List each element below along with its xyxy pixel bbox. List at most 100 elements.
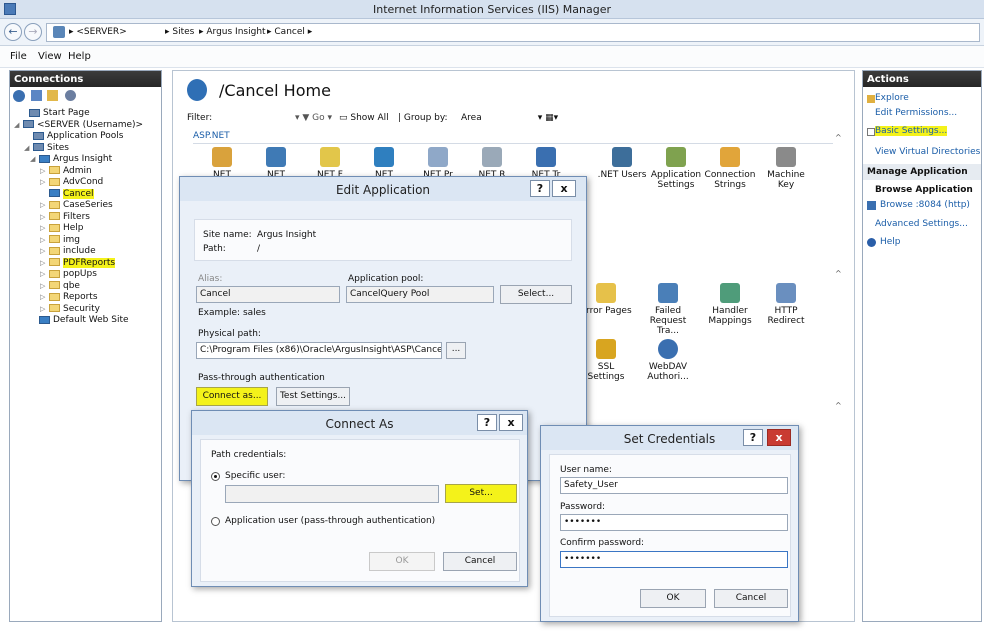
- tree-item[interactable]: Start Page: [20, 107, 90, 119]
- menu-help[interactable]: Help: [68, 51, 91, 62]
- expand-icon[interactable]: ▷: [40, 291, 47, 303]
- expand-icon[interactable]: ▷: [40, 257, 47, 269]
- action-view-virtual-dirs[interactable]: View Virtual Directories: [875, 147, 980, 157]
- help-button[interactable]: ?: [477, 414, 497, 431]
- connect-icon[interactable]: [13, 90, 25, 102]
- specific-user-radio[interactable]: [211, 472, 220, 481]
- ok-button[interactable]: OK: [369, 552, 435, 571]
- expand-icon[interactable]: ▷: [40, 199, 47, 211]
- save-icon[interactable]: [31, 90, 42, 101]
- feature-webdav[interactable]: WebDAV Authori...: [641, 339, 695, 382]
- tree-item[interactable]: ◢ Sites: [24, 142, 69, 154]
- browse-path-button[interactable]: ...: [446, 342, 466, 359]
- expand-icon[interactable]: ◢: [14, 119, 21, 131]
- confirm-password-field[interactable]: •••••••: [560, 551, 788, 568]
- tree-item[interactable]: ◢ Argus Insight: [30, 153, 112, 165]
- menu-file[interactable]: File: [10, 51, 27, 62]
- specific-user-field[interactable]: [225, 485, 439, 503]
- feature-machine-key[interactable]: Machine Key: [759, 147, 813, 190]
- help-button[interactable]: ?: [743, 429, 763, 446]
- tree-item[interactable]: ▷ Security: [40, 303, 100, 315]
- tree-item[interactable]: ▷ AdvCond: [40, 176, 103, 188]
- feature-conn-strings[interactable]: Connection Strings: [703, 147, 757, 190]
- go-button[interactable]: ▾ ▼ Go ▾: [295, 113, 332, 123]
- expand-icon[interactable]: ▷: [40, 280, 47, 292]
- app-pool-field[interactable]: CancelQuery Pool: [346, 286, 494, 303]
- forward-icon[interactable]: →: [24, 23, 42, 41]
- feature-ssl[interactable]: SSL Settings: [579, 339, 633, 382]
- expand-icon[interactable]: ▷: [40, 245, 47, 257]
- alias-field[interactable]: Cancel: [196, 286, 340, 303]
- expand-icon[interactable]: ◢: [24, 142, 31, 154]
- test-settings-button[interactable]: Test Settings...: [276, 387, 350, 406]
- feature-failed-request[interactable]: Failed Request Tra...: [641, 283, 695, 336]
- select-pool-button[interactable]: Select...: [500, 285, 572, 304]
- physical-path-field[interactable]: C:\Program Files (x86)\Oracle\ArgusInsig…: [196, 342, 442, 359]
- collapse-icon[interactable]: ^: [835, 401, 842, 410]
- expand-icon[interactable]: ◢: [30, 153, 37, 165]
- feature-http-redirect[interactable]: HTTP Redirect: [759, 283, 813, 326]
- help-button[interactable]: ?: [530, 180, 550, 197]
- feature-icon: [482, 147, 502, 167]
- collapse-icon[interactable]: ^: [835, 133, 842, 142]
- tree-item[interactable]: Default Web Site: [30, 314, 129, 326]
- collapse-icon[interactable]: ^: [835, 269, 842, 278]
- tree-item[interactable]: ▷ Admin: [40, 165, 92, 177]
- tree-item[interactable]: ▷ PDFReports: [40, 257, 116, 269]
- close-button[interactable]: x: [767, 429, 791, 446]
- breadcrumb-cancel[interactable]: ▸ Cancel ▸: [267, 27, 312, 37]
- user-name-field[interactable]: Safety_User: [560, 477, 788, 494]
- breadcrumb[interactable]: ▸ <SERVER> ▸ Sites ▸ Argus Insight ▸ Can…: [46, 23, 980, 42]
- disconnect-icon[interactable]: [65, 90, 76, 101]
- breadcrumb-argus[interactable]: ▸ Argus Insight: [199, 27, 266, 37]
- action-advanced-settings[interactable]: Advanced Settings...: [875, 219, 968, 229]
- action-basic-settings[interactable]: Basic Settings...: [875, 126, 948, 136]
- back-icon[interactable]: ←: [4, 23, 22, 41]
- expand-icon[interactable]: ▷: [40, 176, 47, 188]
- expand-icon[interactable]: ▷: [40, 165, 47, 177]
- action-help[interactable]: Help: [880, 237, 901, 247]
- set-button[interactable]: Set...: [445, 484, 517, 503]
- tree-item[interactable]: Cancel: [40, 188, 94, 200]
- password-field[interactable]: •••••••: [560, 514, 788, 531]
- breadcrumb-sites[interactable]: ▸ Sites: [165, 27, 194, 37]
- action-explore[interactable]: Explore: [875, 93, 909, 103]
- cancel-button[interactable]: Cancel: [443, 552, 517, 571]
- expand-icon[interactable]: ▷: [40, 222, 47, 234]
- app-user-radio[interactable]: [211, 517, 220, 526]
- feature-app-settings[interactable]: Application Settings: [649, 147, 703, 190]
- menu-view[interactable]: View: [38, 51, 62, 62]
- tree-item[interactable]: ▷ Reports: [40, 291, 98, 303]
- feature-handler-mappings[interactable]: Handler Mappings: [703, 283, 757, 326]
- tree-item[interactable]: ▷ popUps: [40, 268, 97, 280]
- action-edit-permissions[interactable]: Edit Permissions...: [875, 108, 957, 118]
- feature-icon: [266, 147, 286, 167]
- tree-item[interactable]: ▷ CaseSeries: [40, 199, 113, 211]
- action-browse-8084[interactable]: Browse :8084 (http): [880, 200, 970, 210]
- tree-item[interactable]: ▷ Help: [40, 222, 84, 234]
- up-icon[interactable]: [47, 90, 58, 101]
- close-button[interactable]: x: [499, 414, 523, 431]
- filter-input[interactable]: [223, 111, 293, 125]
- show-all-button[interactable]: ▭ Show All: [339, 113, 389, 123]
- expand-icon[interactable]: ▷: [40, 268, 47, 280]
- feature-error-pages[interactable]: Error Pages: [579, 283, 633, 316]
- tree-item-label: <SERVER (Username)>: [37, 119, 144, 130]
- tree-item[interactable]: ▷ img: [40, 234, 80, 246]
- feature-net-users[interactable]: .NET Users: [595, 147, 649, 180]
- tree-item[interactable]: ▷ include: [40, 245, 96, 257]
- tree-item[interactable]: ▷ Filters: [40, 211, 90, 223]
- expand-icon[interactable]: ▷: [40, 211, 47, 223]
- tree-item[interactable]: ▷ qbe: [40, 280, 80, 292]
- tree-item[interactable]: ◢ <SERVER (Username)>: [14, 119, 143, 131]
- tree-item[interactable]: Application Pools: [24, 130, 123, 142]
- cancel-button[interactable]: Cancel: [714, 589, 788, 608]
- ok-button[interactable]: OK: [640, 589, 706, 608]
- expand-icon[interactable]: ▷: [40, 234, 47, 246]
- close-button[interactable]: x: [552, 180, 576, 197]
- breadcrumb-server[interactable]: ▸ <SERVER>: [69, 27, 127, 37]
- section-aspnet[interactable]: ASP.NET: [193, 131, 230, 141]
- group-by-select[interactable]: Area ▾ ▦▾: [461, 113, 558, 123]
- connect-as-button[interactable]: Connect as...: [196, 387, 268, 406]
- expand-icon[interactable]: ▷: [40, 303, 47, 315]
